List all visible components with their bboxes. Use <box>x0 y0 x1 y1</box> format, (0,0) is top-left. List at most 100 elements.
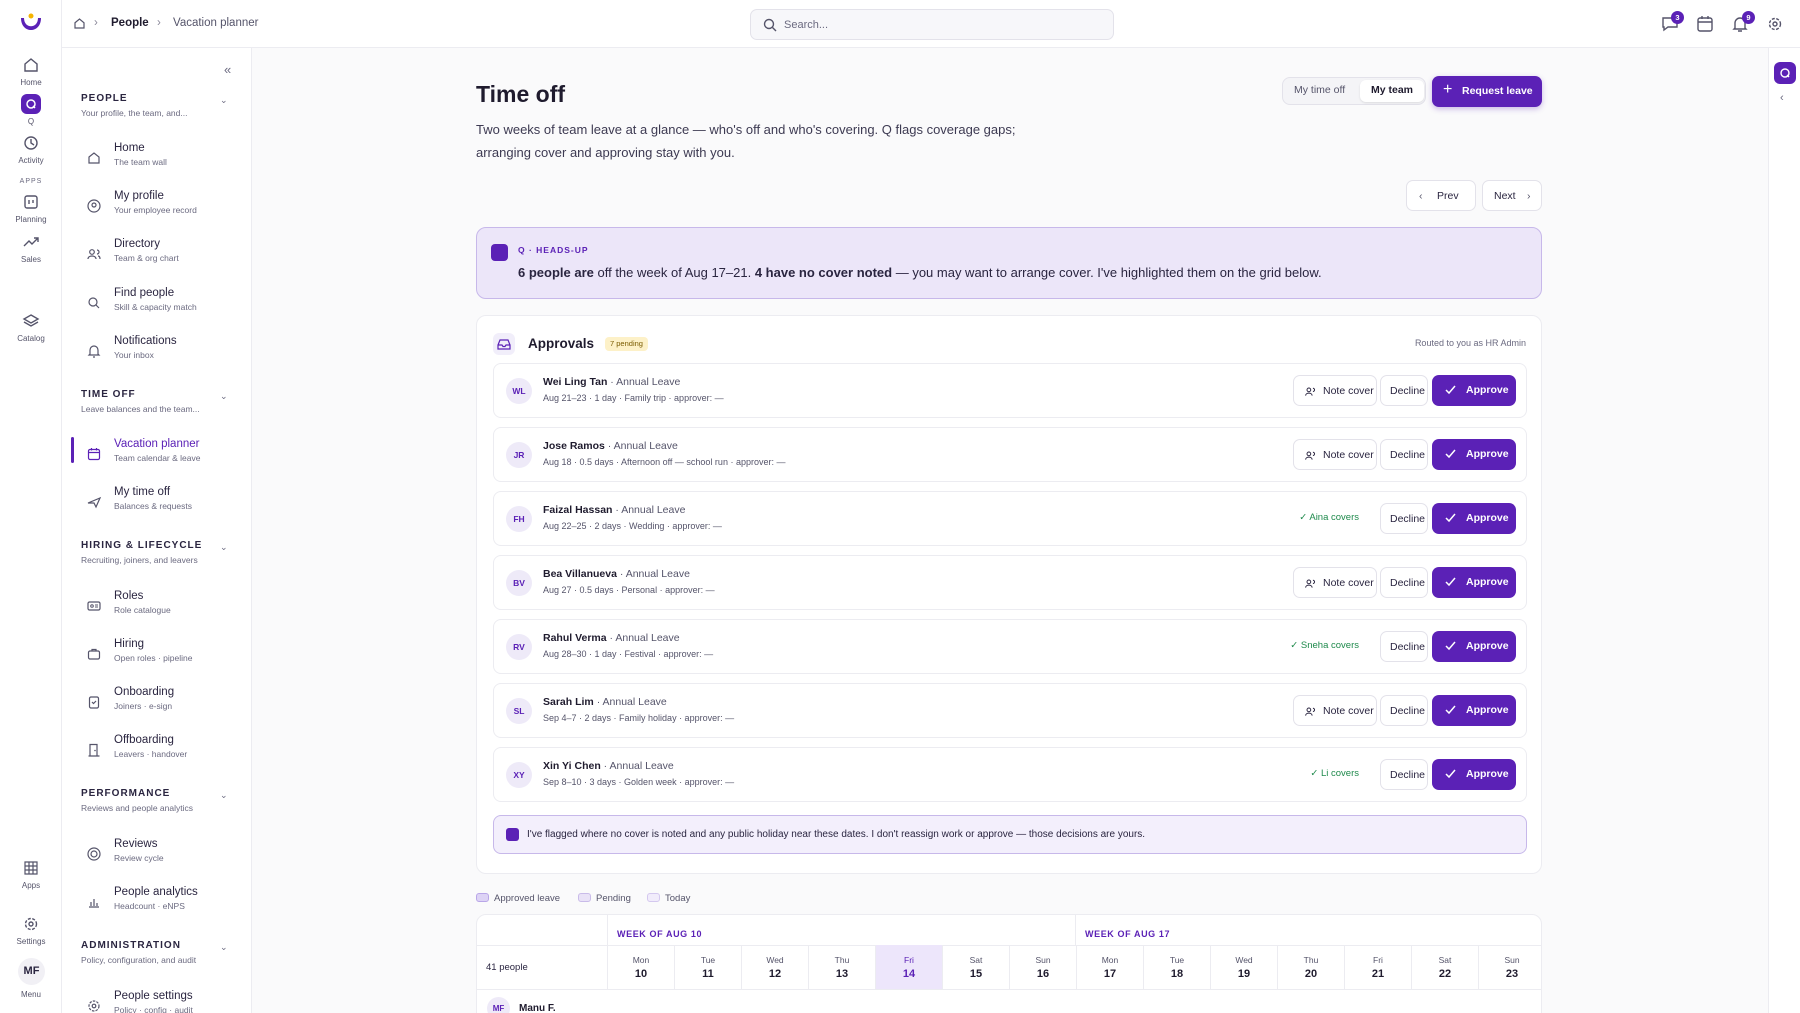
rail-menu-label[interactable]: Menu <box>0 990 62 999</box>
calendar-person-name[interactable]: Manu F. <box>519 1003 556 1013</box>
sidebar-item-home[interactable]: Home The team wall <box>62 138 251 182</box>
decline-button[interactable]: Decline <box>1380 375 1428 406</box>
avatar: FH <box>506 506 532 532</box>
rail-item-home[interactable]: Home <box>0 55 62 87</box>
approve-button[interactable]: Approve <box>1432 375 1516 406</box>
approve-button[interactable]: Approve <box>1432 439 1516 470</box>
chevron-down-icon[interactable]: ⌄ <box>220 391 228 402</box>
toggle-my-time-off[interactable]: My time off <box>1294 84 1345 96</box>
rail-item-catalog[interactable]: Catalog <box>0 311 62 343</box>
section-title-administration[interactable]: ADMINISTRATION <box>81 940 181 951</box>
decline-button[interactable]: Decline <box>1380 695 1428 726</box>
sidebar-item-people-analytics[interactable]: People analytics Headcount · eNPS <box>62 882 251 926</box>
rail-item-planning[interactable]: Planning <box>0 192 62 224</box>
day-name: Tue <box>1169 955 1185 965</box>
chevron-down-icon[interactable]: ⌄ <box>220 790 228 801</box>
home-icon[interactable] <box>72 16 87 31</box>
rail-label: Apps <box>21 881 41 890</box>
decline-button[interactable]: Decline <box>1380 439 1428 470</box>
leave-type: · Annual Leave <box>612 504 686 516</box>
rail-label: Q <box>27 117 35 126</box>
decline-button[interactable]: Decline <box>1380 759 1428 790</box>
prev-button[interactable]: ‹ Prev <box>1406 180 1476 211</box>
sidebar-item-hiring[interactable]: Hiring Open roles · pipeline <box>62 634 251 678</box>
sidebar-item-directory[interactable]: Directory Team & org chart <box>62 234 251 278</box>
decline-button[interactable]: Decline <box>1380 503 1428 534</box>
calendar-day-header: Wed 19 <box>1210 945 1277 989</box>
section-title-performance[interactable]: PERFORMANCE <box>81 788 170 799</box>
user-avatar[interactable]: MF <box>18 958 45 985</box>
approve-button[interactable]: Approve <box>1432 567 1516 598</box>
decline-button[interactable]: Decline <box>1380 567 1428 598</box>
calendar-day-header: Mon 10 <box>607 945 674 989</box>
app-logo-icon[interactable] <box>17 10 45 40</box>
approve-button[interactable]: Approve <box>1432 759 1516 790</box>
section-title-people[interactable]: PEOPLE <box>81 93 128 104</box>
sparkle-icon <box>491 244 508 261</box>
day-name: Sun <box>1504 955 1520 965</box>
approve-button[interactable]: Approve <box>1432 631 1516 662</box>
sidebar-item-my-profile[interactable]: My profile Your employee record <box>62 186 251 230</box>
sidebar-item-sub: The team wall <box>114 157 167 167</box>
employee-name: Faizal Hassan <box>543 504 613 516</box>
leave-detail: Aug 21–23 · 1 day · Family trip · approv… <box>543 393 724 403</box>
calendar-icon[interactable] <box>1695 14 1715 34</box>
rail-item-sales[interactable]: Sales <box>0 232 62 264</box>
sidebar-item-notifications[interactable]: Notifications Your inbox <box>62 331 251 375</box>
breadcrumb-people[interactable]: People <box>111 17 149 29</box>
cover-text: Sneha covers <box>1300 640 1359 651</box>
sidebar-item-onboarding[interactable]: Onboarding Joiners · e-sign <box>62 682 251 726</box>
section-title-time-off[interactable]: TIME OFF <box>81 389 136 400</box>
q-assistant-button[interactable] <box>1774 62 1796 84</box>
next-button[interactable]: Next › <box>1482 180 1542 211</box>
calendar-day-header: Thu 13 <box>808 945 875 989</box>
note-cover-button[interactable]: Note cover <box>1293 375 1377 406</box>
approve-button[interactable]: Approve <box>1432 695 1516 726</box>
chevron-down-icon[interactable]: ⌄ <box>220 942 228 953</box>
employee-name: Rahul Verma <box>543 632 607 644</box>
sidebar-item-people-settings[interactable]: People settings Policy · config · audit <box>62 986 251 1013</box>
leave-detail: Aug 18 · 0.5 days · Afternoon off — scho… <box>543 457 786 467</box>
gear-icon[interactable] <box>1765 14 1785 34</box>
note-cover-button[interactable]: Note cover <box>1293 695 1377 726</box>
day-name: Mon <box>1101 955 1119 965</box>
heads-up-tag: Q · HEADS-UP <box>518 245 589 255</box>
sidebar-item-sub: Joiners · e-sign <box>114 701 173 711</box>
note-cover-label: Note cover <box>1323 449 1374 461</box>
note-cover-button[interactable]: Note cover <box>1293 567 1377 598</box>
day-number: 20 <box>1304 968 1318 980</box>
calendar-day-header: Sat 22 <box>1411 945 1478 989</box>
rail-item-q[interactable]: Q <box>0 94 62 126</box>
sidebar-item-find-people[interactable]: Find people Skill & capacity match <box>62 283 251 327</box>
calendar-day-header: Fri 14 <box>875 945 942 989</box>
chevron-down-icon[interactable]: ⌄ <box>220 95 228 106</box>
note-cover-button[interactable]: Note cover <box>1293 439 1377 470</box>
toggle-my-team[interactable]: My team <box>1371 84 1413 96</box>
sidebar-item-roles[interactable]: Roles Role catalogue <box>62 586 251 630</box>
request-leave-button[interactable]: + Request leave <box>1432 76 1542 107</box>
leave-type: · Annual Leave <box>606 632 680 644</box>
sidebar-item-reviews[interactable]: Reviews Review cycle <box>62 834 251 878</box>
sidebar-item-offboarding[interactable]: Offboarding Leavers · handover <box>62 730 251 774</box>
row-name-line: Jose Ramos · Annual Leave <box>543 440 678 452</box>
sidebar-item-vacation-planner[interactable]: Vacation planner Team calendar & leave <box>62 434 251 478</box>
day-number: 18 <box>1170 968 1184 980</box>
approve-button[interactable]: Approve <box>1432 503 1516 534</box>
chevron-down-icon[interactable]: ⌄ <box>220 542 228 553</box>
rail-item-activity[interactable]: Activity <box>0 133 62 165</box>
search-input[interactable]: Search... <box>750 9 1114 40</box>
sidebar-item-sub: Role catalogue <box>114 605 171 615</box>
rail-item-settings[interactable]: Settings <box>0 914 62 946</box>
leave-type: · Annual Leave <box>593 696 667 708</box>
chevron-left-icon[interactable]: ‹ <box>1780 92 1784 104</box>
section-title-hiring[interactable]: HIRING & LIFECYCLE <box>81 540 202 551</box>
calendar-day-header: Tue 18 <box>1143 945 1210 989</box>
collapse-sidebar-icon[interactable]: « <box>224 62 231 77</box>
history-icon <box>24 136 38 150</box>
approval-row: XY Xin Yi Chen · Annual Leave Sep 8–10 ·… <box>493 747 1527 802</box>
layers-icon <box>22 314 40 327</box>
decline-button[interactable]: Decline <box>1380 631 1428 662</box>
rail-item-apps[interactable]: Apps <box>0 858 62 890</box>
sidebar-item-my-time-off[interactable]: My time off Balances & requests <box>62 482 251 526</box>
row-name-line: Sarah Lim · Annual Leave <box>543 696 667 708</box>
